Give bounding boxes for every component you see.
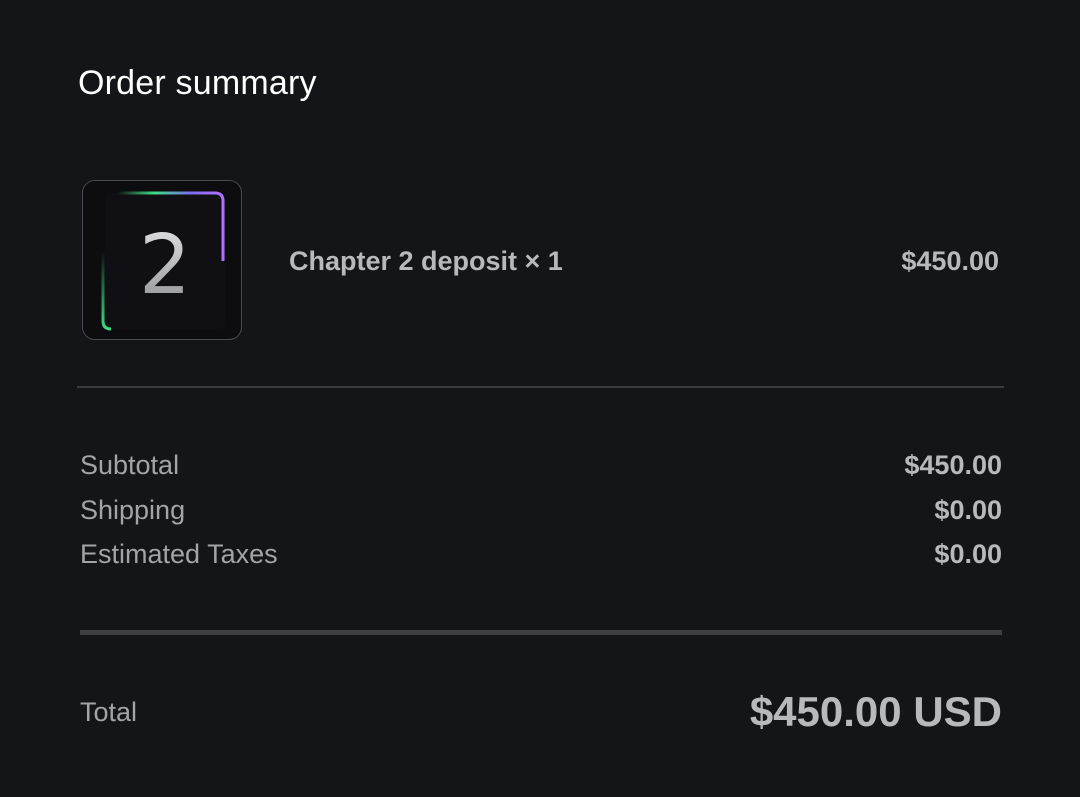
shipping-row: Shipping $0.00 <box>80 492 1002 528</box>
line-item-price: $450.00 <box>901 246 999 276</box>
product-thumbnail: 2 <box>82 180 242 340</box>
subtotal-label: Subtotal <box>80 450 180 480</box>
estimated-taxes-row: Estimated Taxes $0.00 <box>80 536 1002 572</box>
subtotal-value: $450.00 <box>904 450 1002 480</box>
order-summary-heading: Order summary <box>78 64 317 102</box>
order-summary-panel: Order summary 2 Chapter 2 deposit × 1 $4… <box>0 0 1080 797</box>
shipping-value: $0.00 <box>934 495 1002 525</box>
total-divider <box>80 630 1002 635</box>
total-value: $450.00 USD <box>749 688 1002 735</box>
divider <box>77 386 1004 388</box>
shipping-label: Shipping <box>80 495 186 525</box>
estimated-taxes-label: Estimated Taxes <box>80 539 278 569</box>
estimated-taxes-value: $0.00 <box>934 539 1002 569</box>
chapter-2-product-image: 2 <box>83 181 240 338</box>
total-label: Total <box>80 697 138 727</box>
subtotal-row: Subtotal $450.00 <box>80 447 1002 483</box>
thumbnail-number: 2 <box>139 218 191 313</box>
line-item-name: Chapter 2 deposit × 1 <box>289 246 563 276</box>
